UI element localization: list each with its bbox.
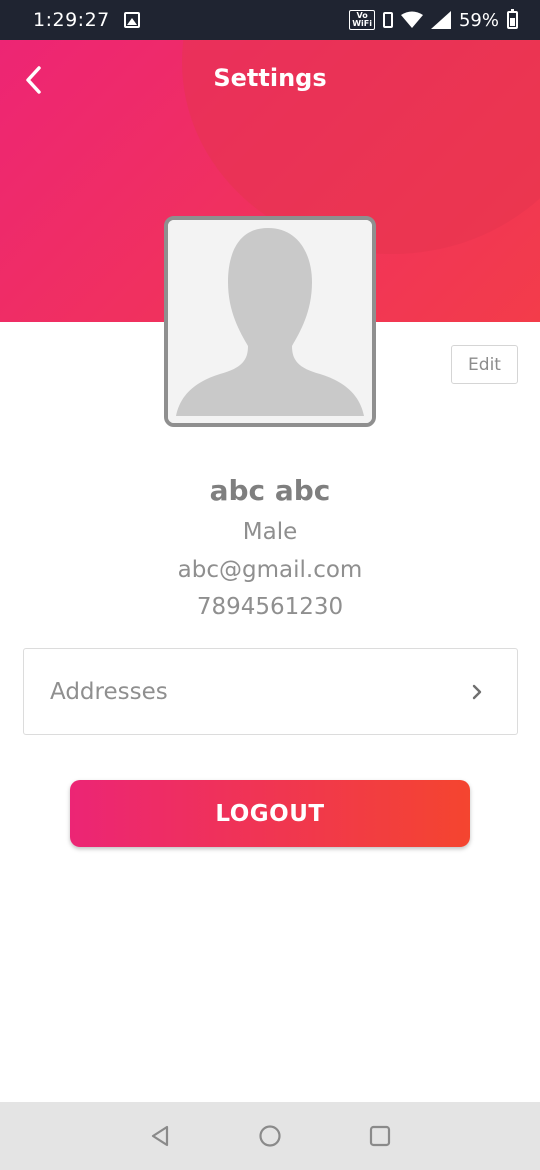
back-triangle-icon	[151, 1125, 169, 1147]
profile-phone: 7894561230	[196, 594, 344, 620]
vowifi-icon: Vo WiFi	[349, 10, 375, 30]
vibrate-icon	[382, 12, 393, 28]
addresses-row[interactable]: Addresses	[23, 648, 518, 735]
wifi-icon	[400, 11, 423, 28]
battery-percentage: 59%	[458, 9, 499, 31]
status-right: Vo WiFi 59%	[349, 9, 518, 31]
recents-square-icon	[369, 1125, 391, 1147]
profile-avatar[interactable]	[164, 216, 376, 427]
nav-recents-button[interactable]	[365, 1121, 395, 1151]
settings-screen: 1:29:27 Vo WiFi 59% Settings Edit abc ab…	[0, 0, 540, 1170]
signal-icon	[430, 11, 451, 29]
home-circle-icon	[259, 1125, 281, 1147]
profile-email: abc@gmail.com	[177, 557, 363, 583]
system-nav-bar	[0, 1102, 540, 1170]
addresses-label: Addresses	[50, 678, 168, 705]
vowifi-bottom-text: WiFi	[352, 19, 372, 28]
logout-button[interactable]: LOGOUT	[70, 780, 470, 847]
status-time: 1:29:27	[33, 9, 110, 31]
profile-gender: Male	[242, 519, 298, 545]
gallery-icon	[123, 12, 140, 28]
battery-icon	[507, 9, 518, 29]
nav-home-button[interactable]	[255, 1121, 285, 1151]
page-title: Settings	[213, 64, 327, 92]
edit-profile-button[interactable]: Edit	[451, 345, 518, 384]
profile-name: abc abc	[209, 474, 331, 507]
status-bar: 1:29:27 Vo WiFi 59%	[0, 0, 540, 40]
avatar-placeholder-icon	[168, 220, 372, 423]
nav-back-button[interactable]	[145, 1121, 175, 1151]
status-left: 1:29:27	[33, 9, 140, 31]
chevron-right-icon	[467, 682, 487, 702]
